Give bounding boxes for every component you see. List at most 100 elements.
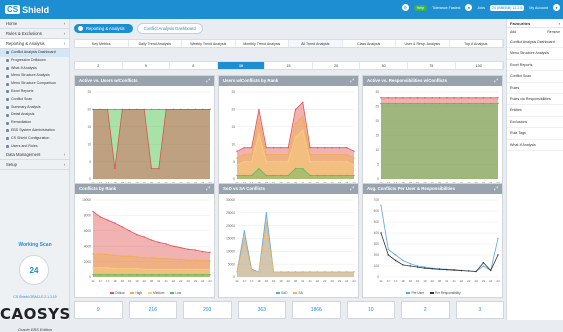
rank-option[interactable]: 10 xyxy=(217,62,266,69)
legend-item[interactable]: Per Responsibility xyxy=(430,291,461,295)
account-menu[interactable]: My Account xyxy=(529,6,548,10)
sidebar-item-3[interactable]: Conflict Analysis Dashboard xyxy=(0,49,69,57)
data-point xyxy=(128,255,131,257)
collapse-icon[interactable]: › xyxy=(559,19,560,27)
data-point xyxy=(114,222,116,224)
rank-option[interactable]: 75 xyxy=(408,62,456,69)
notifications-link[interactable]: Tolerance Fastest xyxy=(432,6,460,10)
x-tick-label: 21 xyxy=(308,279,312,283)
data-point xyxy=(265,153,267,156)
favourites-panel: Favourites › Add Remove Conflict Analysi… xyxy=(506,19,563,320)
expand-icon[interactable]: ⤢ xyxy=(350,76,354,86)
y-tick-label: 15 xyxy=(375,134,379,138)
sidebar-item-4[interactable]: Progressive Drilldown xyxy=(0,57,69,65)
user-icon[interactable]: ● xyxy=(465,4,473,11)
data-point xyxy=(280,160,282,163)
count-card[interactable]: 1866 xyxy=(292,301,341,319)
favourite-item[interactable]: Rules via Responsibilities xyxy=(507,94,563,106)
metric-tab[interactable]: Class Analysis xyxy=(343,40,396,47)
data-point xyxy=(497,102,499,105)
favourite-item[interactable]: Excel Reports xyxy=(507,60,563,72)
metric-tab[interactable]: User & Resp. Analysis xyxy=(396,40,450,47)
count-card[interactable]: 10 xyxy=(346,301,395,319)
sidebar-section-17[interactable]: Setup › xyxy=(0,160,69,171)
account-icon[interactable]: ▾ xyxy=(553,4,560,11)
legend-item[interactable]: High xyxy=(130,291,142,295)
rank-option[interactable]: 8 xyxy=(170,62,218,69)
metric-tab[interactable]: Key Metrics xyxy=(75,40,129,47)
rank-option[interactable]: 2 xyxy=(75,62,123,69)
x-tick-label: 18 xyxy=(113,279,117,283)
working-scan-value[interactable]: 24 xyxy=(19,255,49,285)
favourite-item[interactable]: Rules xyxy=(507,83,563,94)
settings-icon[interactable]: ⚙ xyxy=(401,4,409,11)
expand-icon[interactable]: ⤢ xyxy=(494,184,498,194)
legend-item[interactable]: SA xyxy=(293,291,303,295)
expand-icon[interactable]: ⤢ xyxy=(350,184,354,194)
count-card[interactable]: 2 xyxy=(401,301,450,319)
x-tick-label: 1k xyxy=(91,279,95,283)
help-button[interactable]: Help xyxy=(413,4,428,11)
metric-tab[interactable]: All Trend Analysis xyxy=(289,40,343,47)
legend-item[interactable]: Medium xyxy=(148,291,164,295)
rank-option[interactable]: 20 xyxy=(313,62,361,69)
expand-icon[interactable]: ⤢ xyxy=(206,184,210,194)
sidebar-item-10[interactable]: Summary Analysis xyxy=(0,104,69,112)
metric-tab[interactable]: Daily Trend Analysis xyxy=(129,40,182,47)
favourite-item[interactable]: Menu Structure Analysis xyxy=(507,48,563,60)
count-card[interactable]: 363 xyxy=(237,301,286,319)
data-point xyxy=(265,212,267,214)
add-favourite-button[interactable]: Add xyxy=(510,28,516,37)
favourite-item[interactable]: Exclusions xyxy=(507,117,563,129)
rank-option[interactable]: 5 xyxy=(123,62,171,69)
sidebar-item-8[interactable]: Excel Reports xyxy=(0,88,69,96)
tab-conflict-dashboard[interactable]: Conflict Analysis Dashboard xyxy=(136,22,203,34)
legend-item[interactable]: Per User xyxy=(406,291,424,295)
y-tick-label: 10 xyxy=(375,148,379,152)
sidebar-section-1[interactable]: Rules & Exclusions › xyxy=(0,29,69,39)
sidebar-item-14[interactable]: CS Shield Configuration xyxy=(0,135,69,143)
legend-item[interactable]: SoD xyxy=(276,291,287,295)
favourite-item[interactable]: Conflict Analysis Dashboard xyxy=(507,37,563,49)
remove-favourite-button[interactable]: Remove xyxy=(547,28,560,37)
sidebar-item-6[interactable]: Menu Structure Analysis xyxy=(0,72,69,80)
sidebar-section-16[interactable]: Data Management › xyxy=(0,150,69,161)
sidebar-item-5[interactable]: What-If Analysis xyxy=(0,65,69,73)
rank-option[interactable]: 100 xyxy=(456,62,504,69)
sidebar-item-7[interactable]: Menu Structure Comparison xyxy=(0,80,69,88)
sidebar-item-12[interactable]: Remediation xyxy=(0,119,69,127)
metric-tab[interactable]: Monthly Trend Analysis xyxy=(236,40,289,47)
expand-icon[interactable]: ⤢ xyxy=(206,76,210,86)
jobs-link[interactable]: Jobs xyxy=(477,6,485,10)
sidebar-item-9[interactable]: Conflict Scan xyxy=(0,96,69,104)
rank-option[interactable]: 15 xyxy=(265,62,313,69)
rank-option[interactable]: 50 xyxy=(360,62,408,69)
favourite-item[interactable]: Rule Tags xyxy=(507,128,563,140)
favourite-item[interactable]: Conflict Scan xyxy=(507,71,563,83)
favourite-item[interactable]: Entities xyxy=(507,105,563,117)
sidebar-section-2[interactable]: Reporting & Analysis › xyxy=(0,39,69,49)
tab-reporting-analysis[interactable]: Reporting & Analysis xyxy=(74,23,133,33)
data-point xyxy=(475,270,477,273)
count-card[interactable]: 293 xyxy=(183,301,232,319)
sidebar-item-15[interactable]: Users and Roles xyxy=(0,143,69,151)
legend-item[interactable]: Critical xyxy=(109,291,124,295)
expand-icon[interactable]: ⤢ xyxy=(494,76,498,86)
data-point xyxy=(180,247,182,249)
count-card[interactable]: 3 xyxy=(455,301,504,319)
metric-tab[interactable]: Weekly Trend Analysis xyxy=(182,40,236,47)
logo[interactable]: CS Shield xyxy=(0,0,70,19)
count-card[interactable]: 216 xyxy=(128,301,177,319)
legend-item[interactable]: Low xyxy=(170,291,181,295)
sidebar-section-0[interactable]: Home › xyxy=(0,19,69,29)
data-point xyxy=(460,269,463,272)
count-card[interactable]: 9 xyxy=(74,301,123,319)
sidebar-item-11[interactable]: Detail Analysis xyxy=(0,111,69,119)
favourite-item[interactable]: What-If Analysis xyxy=(507,140,563,151)
sidebar-item-13[interactable]: EBS System Administration xyxy=(0,127,69,135)
metric-tab[interactable]: Top X Analysis xyxy=(450,40,503,47)
data-point xyxy=(165,268,167,270)
working-scan-label: Working Scan xyxy=(18,242,52,248)
data-point xyxy=(99,216,102,218)
data-point xyxy=(99,253,102,255)
